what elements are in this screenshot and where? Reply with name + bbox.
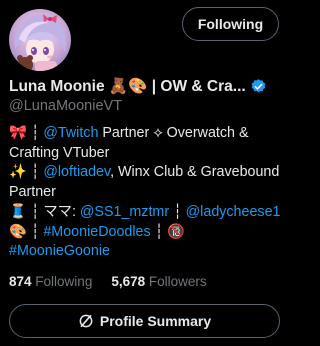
- followers-count: 5,678: [111, 274, 146, 289]
- avatar[interactable]: [9, 9, 71, 71]
- bio-text: 🎀 ┆: [9, 125, 44, 141]
- profile-stats: 874 Following 5,678 Followers: [9, 274, 207, 289]
- bio-line: 🎀 ┆ @Twitch Partner ⟡ Overwatch &: [9, 124, 285, 144]
- bio-line: Partner: [9, 183, 285, 203]
- bio-text: 🎨 ┆: [9, 223, 44, 240]
- following-button[interactable]: Following: [182, 7, 279, 41]
- grok-summary-icon: [78, 313, 94, 329]
- bio-text: ┆ 🔞: [150, 223, 186, 240]
- bio-text: ┆: [169, 203, 186, 220]
- bio-link-loftiadev[interactable]: @loftiadev: [43, 164, 110, 180]
- verified-badge-icon[interactable]: [250, 78, 267, 95]
- bio-link-ladycheese1[interactable]: @ladycheese1: [186, 204, 281, 220]
- bio-line: Crafting VTuber: [9, 144, 285, 164]
- bio-link-ss1-mztmr[interactable]: @SS1_mztmr: [80, 204, 169, 220]
- bio-text: ✨ ┆: [9, 164, 44, 181]
- bio-line: #MoonieGoonie: [9, 242, 285, 262]
- followers-count-link[interactable]: 5,678 Followers: [111, 274, 206, 289]
- bio-line: ✨ ┆ @loftiadev, Winx Club & Gravebound: [9, 163, 285, 183]
- bio-line: 🎨 ┆ #MoonieDoodles ┆ 🔞: [9, 223, 285, 243]
- profile-summary-button[interactable]: Profile Summary: [9, 304, 280, 338]
- bio-text: 🧵 ┆ ママ:: [9, 203, 80, 220]
- bio-text: Partner: [9, 184, 56, 201]
- profile-summary-label: Profile Summary: [99, 313, 212, 329]
- bio-link-twitch[interactable]: @Twitch: [43, 125, 98, 141]
- bio-text: , Winx Club & Gravebound: [110, 164, 280, 181]
- bio-hashtag-mooniedoodles[interactable]: #MoonieDoodles: [43, 224, 150, 240]
- profile-picture-icon: [9, 9, 71, 71]
- profile-bio: 🎀 ┆ @Twitch Partner ⟡ Overwatch & Crafti…: [9, 124, 285, 262]
- profile-display-name-row: Luna Moonie 🧸🎨 | OW & Cra...: [9, 77, 284, 96]
- profile-handle: @LunaMoonieVT: [9, 98, 123, 114]
- following-label: Following: [35, 274, 93, 289]
- followers-label: Followers: [148, 274, 207, 289]
- profile-card: Following Luna Moonie 🧸🎨 | OW & Cra... @…: [0, 0, 290, 346]
- following-count-link[interactable]: 874 Following: [9, 274, 92, 289]
- bio-text: Crafting VTuber: [9, 144, 110, 161]
- following-count: 874: [9, 274, 32, 289]
- bio-hashtag-mooniegoonie[interactable]: #MoonieGoonie: [9, 243, 110, 259]
- display-name[interactable]: Luna Moonie 🧸🎨 | OW & Cra...: [9, 77, 246, 96]
- bio-line: 🧵 ┆ ママ: @SS1_mztmr ┆ @ladycheese1: [9, 203, 285, 223]
- bio-text: Partner ⟡ Overwatch &: [98, 125, 249, 141]
